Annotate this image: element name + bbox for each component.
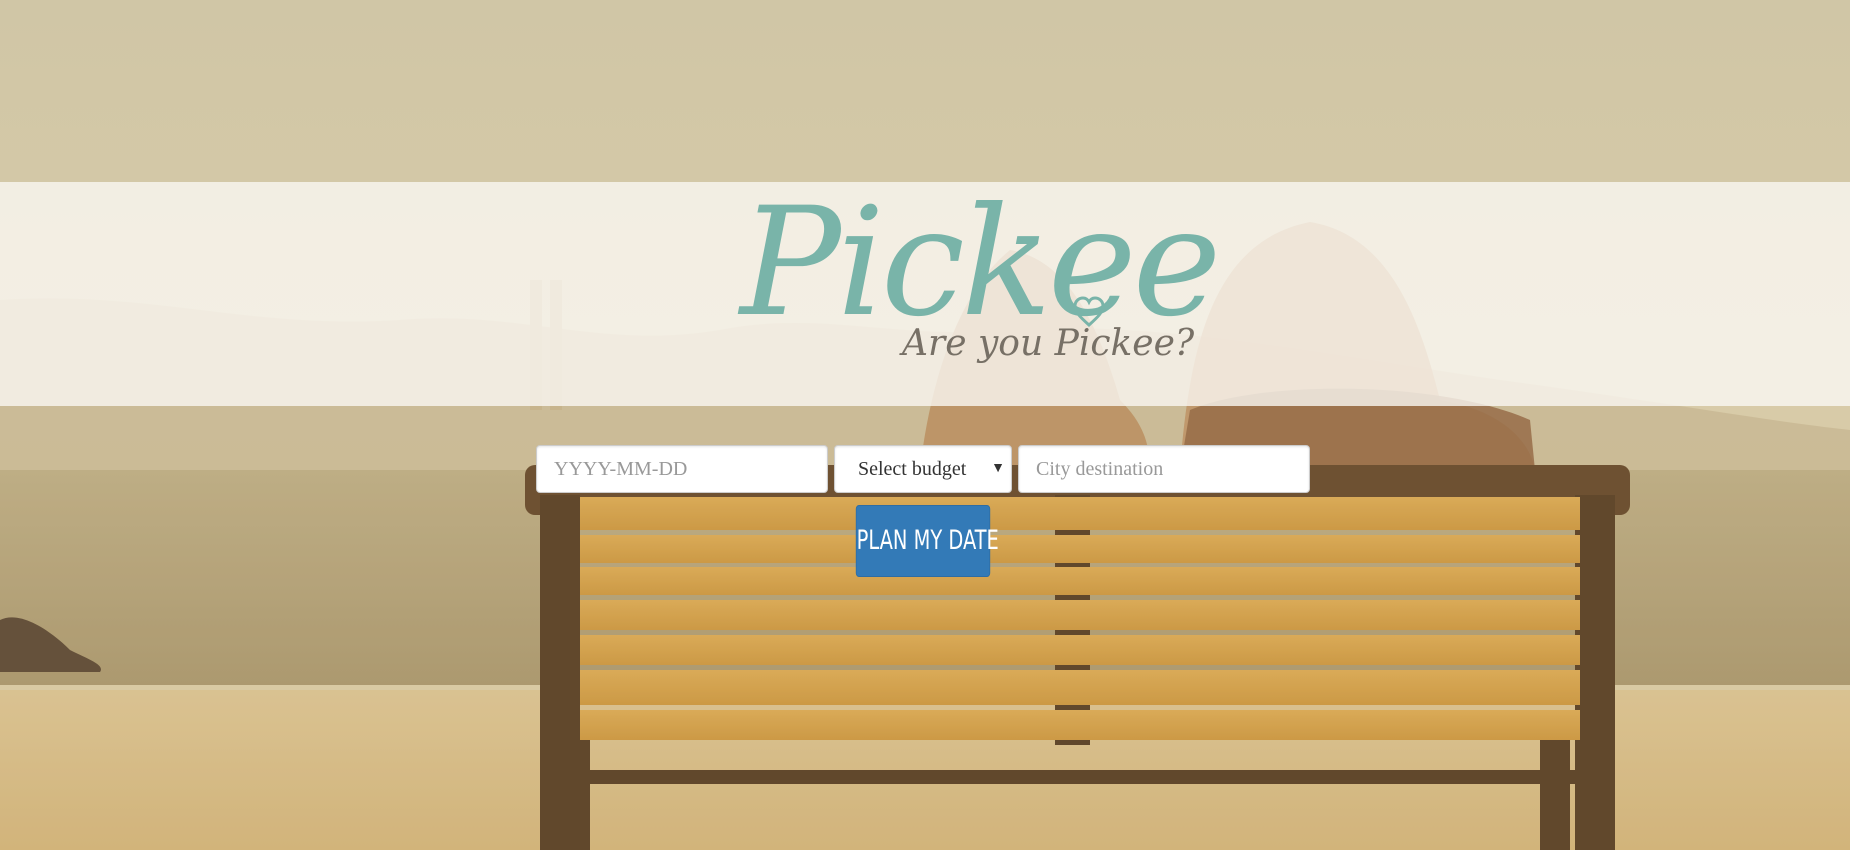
city-destination-input[interactable] — [1018, 445, 1310, 493]
budget-select-value: Select budget — [858, 458, 967, 480]
tagline: Are you Pickee? — [902, 323, 1195, 364]
background-photo — [0, 0, 1850, 850]
logo: Pickee Are you Pickee? — [740, 188, 1221, 388]
plan-my-date-button[interactable]: PLAN MY DATE — [855, 505, 999, 577]
logo-wordmark: Pickee — [740, 176, 1221, 350]
date-input[interactable] — [536, 445, 828, 493]
budget-select[interactable]: Select budget ▼ — [834, 445, 1012, 493]
caret-down-icon: ▼ — [991, 461, 1005, 476]
